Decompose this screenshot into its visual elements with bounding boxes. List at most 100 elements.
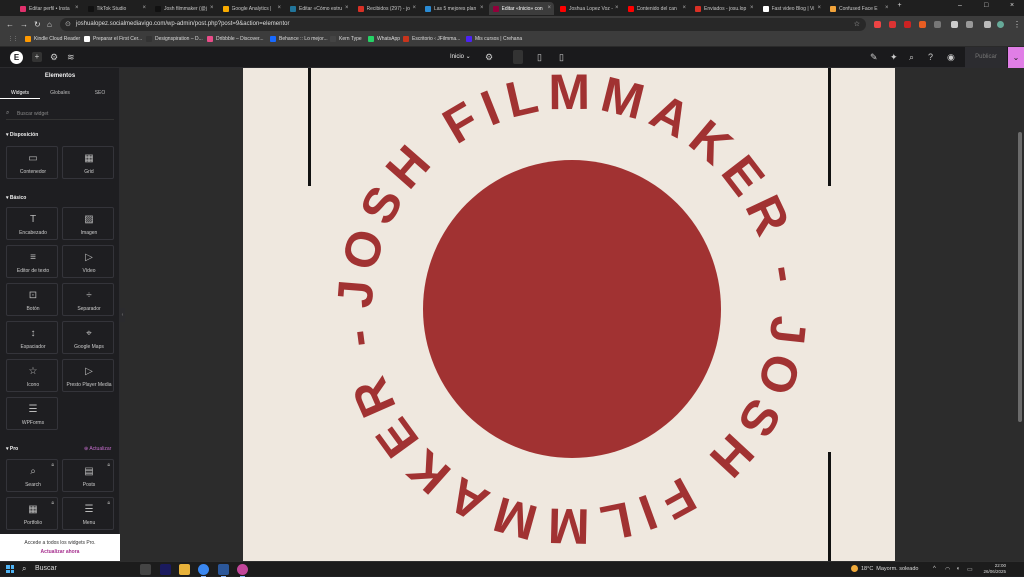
publish-button[interactable]: Publicar bbox=[965, 47, 1007, 68]
browser-tab[interactable]: Recibidos (297) - jo × bbox=[354, 2, 420, 15]
browser-tab[interactable]: TikTok Studio × bbox=[84, 2, 150, 15]
browser-tab[interactable]: Editar «Inicio» con × bbox=[488, 2, 554, 15]
widget-search-input[interactable]: ⌕ Buscar widget bbox=[6, 108, 114, 120]
reload-icon[interactable]: ↻ bbox=[34, 20, 41, 29]
taskbar-search-icon[interactable]: ⌕ bbox=[22, 564, 26, 574]
browser-tab[interactable]: Google Analytics | × bbox=[219, 2, 285, 15]
tab-close-icon[interactable]: × bbox=[210, 5, 214, 11]
widget-portfolio[interactable]: ▦ Portfolio 🔒︎ bbox=[6, 497, 58, 530]
back-icon[interactable]: ← bbox=[6, 20, 14, 29]
section-basic[interactable]: ▾ Básico bbox=[6, 195, 26, 201]
premiere-icon[interactable] bbox=[160, 564, 171, 575]
browser-tab[interactable]: Enviados - josu.lop × bbox=[691, 2, 757, 15]
download-icon[interactable] bbox=[984, 21, 991, 28]
media-icon[interactable] bbox=[966, 21, 973, 28]
bookmark-item[interactable]: Preparar el First Cer... bbox=[84, 36, 142, 42]
tablet-view-icon[interactable]: ▯ bbox=[537, 52, 542, 63]
page-settings-icon[interactable]: ⚙ bbox=[485, 52, 493, 63]
tab-widgets[interactable]: Widgets bbox=[0, 90, 40, 96]
search-icon[interactable]: ⌕ bbox=[909, 52, 914, 63]
bookmark-item[interactable]: Designspiration – D... bbox=[146, 36, 203, 42]
extension-icon[interactable] bbox=[874, 21, 881, 28]
task-view-icon[interactable] bbox=[140, 564, 151, 575]
tab-close-icon[interactable]: × bbox=[682, 5, 686, 11]
adobe-extension-icon[interactable] bbox=[904, 21, 911, 28]
tab-close-icon[interactable]: × bbox=[885, 5, 889, 11]
tab-close-icon[interactable]: × bbox=[345, 5, 349, 11]
widget-wpforms[interactable]: ☰ WPForms bbox=[6, 397, 58, 430]
close-window-icon[interactable]: × bbox=[1010, 2, 1014, 9]
profile-avatar[interactable] bbox=[997, 21, 1004, 28]
mobile-view-icon[interactable]: ▯ bbox=[559, 52, 564, 63]
promo-upgrade-link[interactable]: Actualizar ahora bbox=[0, 549, 120, 555]
widget-encabezado[interactable]: T Encabezado bbox=[6, 207, 58, 240]
bookmark-item[interactable]: Kindle Cloud Reader bbox=[25, 36, 80, 42]
new-tab-button[interactable]: + bbox=[898, 2, 902, 9]
scrollbar-thumb[interactable] bbox=[1018, 132, 1022, 422]
tab-close-icon[interactable]: × bbox=[750, 5, 754, 11]
tab-close-icon[interactable]: × bbox=[547, 5, 551, 11]
settings-sliders-icon[interactable]: ⚙ bbox=[50, 52, 58, 63]
site-info-icon[interactable]: ⊙ bbox=[65, 20, 71, 28]
edit-icon[interactable]: ✎ bbox=[870, 52, 878, 63]
layers-icon[interactable]: ≋ bbox=[67, 52, 75, 63]
desktop-view-icon[interactable] bbox=[513, 50, 523, 64]
weather-widget[interactable]: 18°C Mayorm. soleado bbox=[851, 565, 918, 572]
apps-grid-icon[interactable]: ⋮⋮ bbox=[8, 36, 18, 42]
bookmark-item[interactable]: Behance :: Lo mejor... bbox=[270, 36, 328, 42]
browser-tab[interactable]: Confused Face E × bbox=[826, 2, 892, 15]
browser-tab[interactable]: Fast video Blog | Vi × bbox=[759, 2, 825, 15]
tab-globales[interactable]: Globales bbox=[40, 90, 80, 96]
bookmark-item[interactable]: WhatsApp bbox=[368, 36, 400, 42]
browser-tab[interactable]: Editar «Cómo estru × bbox=[286, 2, 352, 15]
page-preview[interactable]: JOSH FILMMAKER - JOSH FILMMAKER - bbox=[243, 68, 895, 561]
circular-logo[interactable]: JOSH FILMMAKER - JOSH FILMMAKER - bbox=[243, 68, 895, 561]
bookmark-item[interactable]: Mis cursos | Crehana bbox=[466, 36, 522, 42]
menu-kebab-icon[interactable]: ⋮ bbox=[1013, 20, 1021, 29]
widget-separador[interactable]: ÷ Separador bbox=[62, 283, 114, 316]
elementor-logo-icon[interactable]: E bbox=[10, 51, 23, 64]
forward-icon[interactable]: → bbox=[20, 20, 28, 29]
bookmark-item[interactable]: Escritorio ‹ JFilmma... bbox=[403, 36, 460, 42]
battery-icon[interactable]: ▭ bbox=[967, 566, 973, 573]
tab-close-icon[interactable]: × bbox=[817, 5, 821, 11]
widget-contenedor[interactable]: ▭ Contenedor bbox=[6, 146, 58, 179]
help-icon[interactable]: ? bbox=[928, 52, 933, 62]
tab-close-icon[interactable]: × bbox=[75, 5, 79, 11]
widget-espaciador[interactable]: ↕ Espaciador bbox=[6, 321, 58, 354]
widget-icono[interactable]: ☆ Icono bbox=[6, 359, 58, 392]
file-explorer-icon[interactable] bbox=[179, 564, 190, 575]
tab-close-icon[interactable]: × bbox=[615, 5, 619, 11]
section-layout[interactable]: ▾ Disposición bbox=[6, 132, 38, 138]
bookmark-item[interactable]: Kern Type bbox=[330, 36, 362, 42]
tab-close-icon[interactable]: × bbox=[142, 5, 146, 11]
tab-close-icon[interactable]: × bbox=[412, 5, 416, 11]
widget-vídeo[interactable]: ▷ Vídeo bbox=[62, 245, 114, 278]
preview-eye-icon[interactable]: ◉ bbox=[947, 52, 955, 63]
publish-options-chevron-icon[interactable]: ⌄ bbox=[1008, 47, 1024, 68]
browser-tab[interactable]: Contenido del can × bbox=[624, 2, 690, 15]
notifications-icon[interactable]: ✦ bbox=[890, 52, 898, 63]
volume-icon[interactable]: ◖ bbox=[956, 566, 960, 572]
browser-tab[interactable]: Editar perfil • Insta × bbox=[16, 2, 82, 15]
pdf-extension-icon[interactable] bbox=[889, 21, 896, 28]
address-bar[interactable]: ⊙ joshualopez.socialmediavigo.com/wp-adm… bbox=[60, 18, 866, 31]
taskbar-search-label[interactable]: Buscar bbox=[35, 565, 57, 572]
sidebar-icon[interactable] bbox=[951, 21, 958, 28]
windows-start-icon[interactable] bbox=[6, 565, 14, 573]
canvas-scrollbar[interactable] bbox=[1016, 68, 1024, 561]
tab-close-icon[interactable]: × bbox=[277, 5, 281, 11]
system-clock[interactable]: 22:00 26/06/2025 bbox=[976, 563, 1006, 575]
browser-tab[interactable]: Josh filmmaker (@j × bbox=[151, 2, 217, 15]
home-icon[interactable]: ⌂ bbox=[47, 20, 52, 29]
word-icon[interactable] bbox=[218, 564, 229, 577]
wifi-icon[interactable]: ◠ bbox=[945, 566, 950, 573]
widget-menu[interactable]: ☰ Menu 🔒︎ bbox=[62, 497, 114, 530]
url-text[interactable]: joshualopez.socialmediavigo.com/wp-admin… bbox=[76, 21, 289, 27]
extension-icon[interactable] bbox=[919, 21, 926, 28]
widget-imagen[interactable]: ▨ Imagen bbox=[62, 207, 114, 240]
minimize-icon[interactable]: – bbox=[958, 2, 962, 9]
widget-botón[interactable]: ⊡ Botón bbox=[6, 283, 58, 316]
puzzle-icon[interactable] bbox=[934, 21, 941, 28]
page-selector[interactable]: Inicio ⌄ bbox=[450, 53, 471, 60]
